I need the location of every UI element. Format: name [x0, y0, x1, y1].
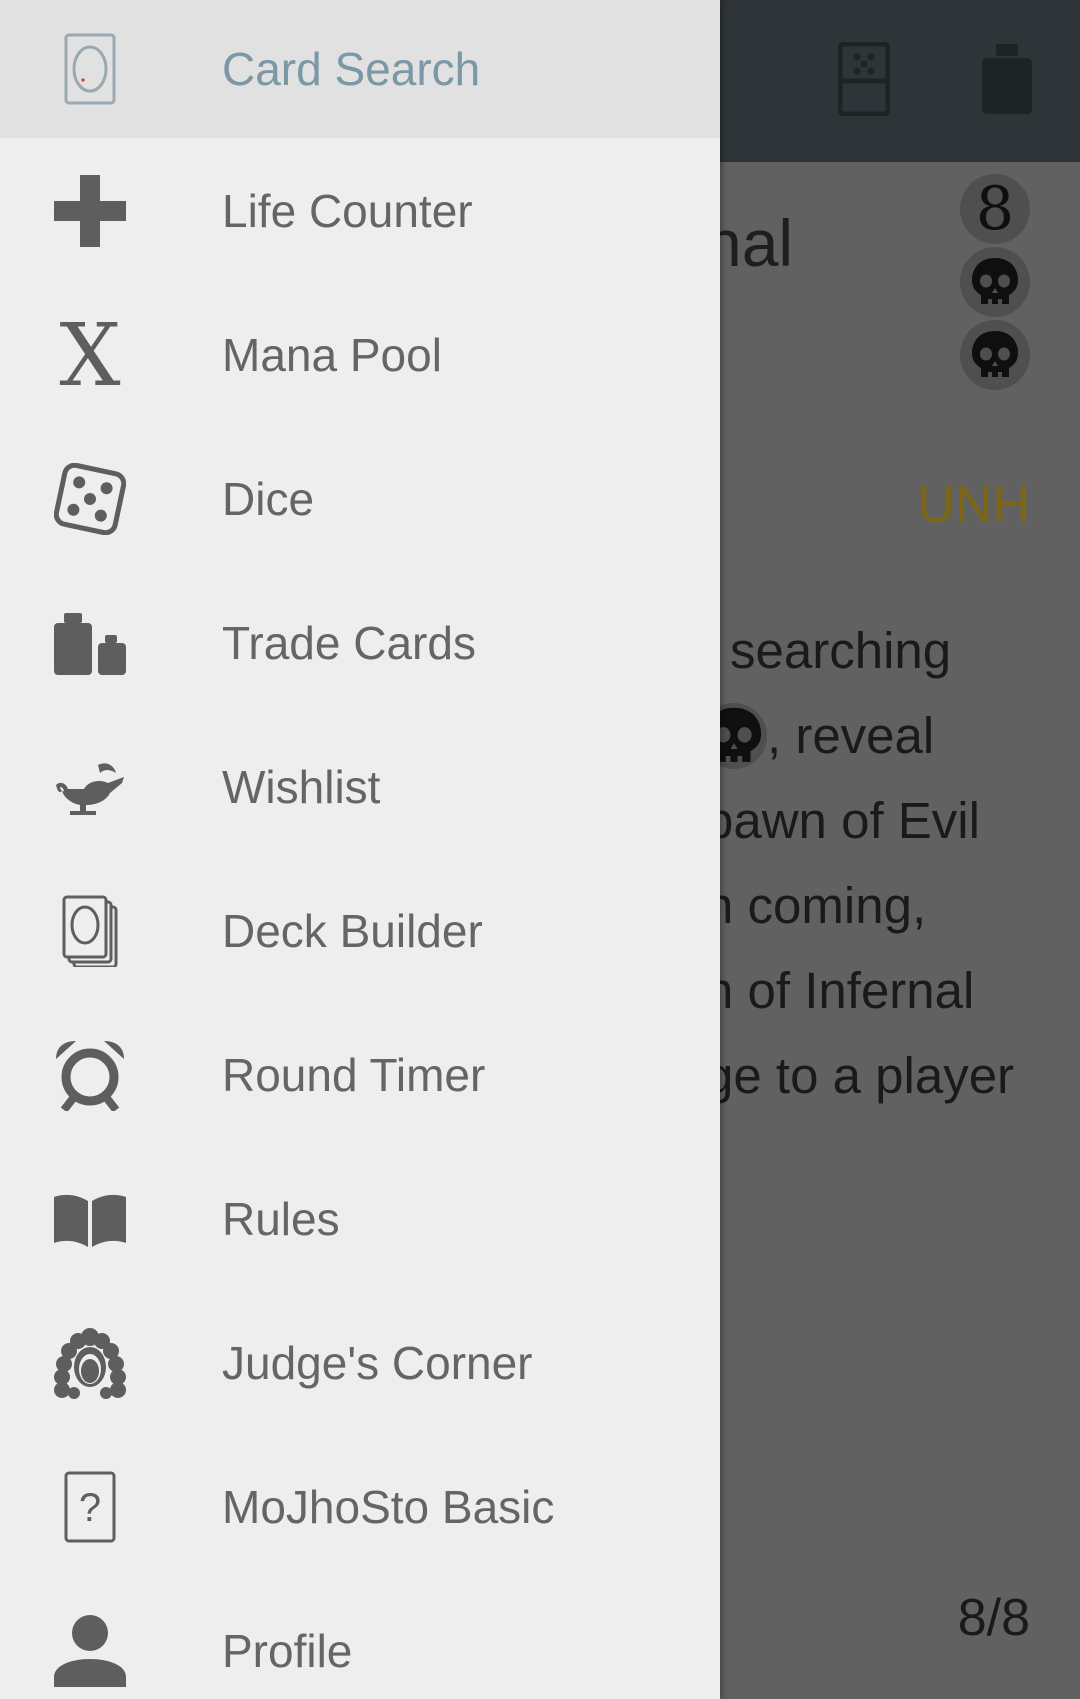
skull-icon [960, 247, 1030, 317]
nav-label: MoJhoSto Basic [222, 1481, 555, 1533]
nav-item-trade-cards[interactable]: Trade Cards [0, 571, 720, 715]
nav-item-mojhosto-basic[interactable]: ? MoJhoSto Basic [0, 1435, 720, 1579]
svg-text:X: X [59, 319, 120, 391]
mana-symbol: 8 [960, 174, 1030, 244]
nav-label: Dice [222, 473, 315, 525]
card-rules-text: searching , reveal pawn of Evil n coming… [701, 608, 1065, 1118]
nav-item-rules[interactable]: Rules [0, 1147, 720, 1291]
skull-icon [960, 320, 1030, 390]
nav-item-card-search[interactable]: Card Search [0, 0, 720, 138]
nav-item-deck-builder[interactable]: Deck Builder [0, 859, 720, 1003]
nav-item-mana-pool[interactable]: X Mana Pool [0, 283, 720, 427]
trade-weights-icon [54, 607, 126, 679]
nav-label: Deck Builder [222, 905, 483, 957]
nav-label: Mana Pool [222, 329, 442, 381]
genie-lamp-icon [54, 751, 126, 823]
nav-item-round-timer[interactable]: Round Timer [0, 1003, 720, 1147]
weight-icon[interactable] [980, 42, 1034, 116]
dice-icon [54, 463, 126, 535]
page-counter: 8/8 [957, 1589, 1030, 1647]
navigation-drawer: Card Search Life Counter X Mana Pool Dic… [0, 0, 720, 1699]
svg-text:?: ? [79, 1486, 101, 1530]
nav-item-wishlist[interactable]: Wishlist [0, 715, 720, 859]
nav-item-dice[interactable]: Dice [0, 427, 720, 571]
set-code: UNH [917, 476, 1030, 534]
nav-label: Life Counter [222, 185, 473, 237]
alarm-clock-icon [54, 1039, 126, 1111]
nav-label: Card Search [222, 43, 481, 95]
judge-wig-icon [54, 1327, 126, 1399]
nav-item-profile[interactable]: Profile [0, 1579, 720, 1699]
question-card-icon: ? [54, 1471, 126, 1543]
nav-label: Round Timer [222, 1049, 486, 1101]
nav-item-judges-corner[interactable]: Judge's Corner [0, 1291, 720, 1435]
card-search-icon [54, 33, 126, 105]
dice-icon[interactable] [837, 41, 891, 117]
card-stack-icon [54, 895, 126, 967]
plus-icon [54, 175, 126, 247]
nav-label: Wishlist [222, 761, 381, 813]
nav-label: Judge's Corner [222, 1337, 533, 1389]
nav-label: Profile [222, 1625, 353, 1677]
open-book-icon [54, 1183, 126, 1255]
mana-x-icon: X [54, 319, 126, 391]
nav-label: Trade Cards [222, 617, 476, 669]
person-icon [54, 1615, 126, 1687]
nav-item-life-counter[interactable]: Life Counter [0, 139, 720, 283]
nav-label: Rules [222, 1193, 340, 1245]
